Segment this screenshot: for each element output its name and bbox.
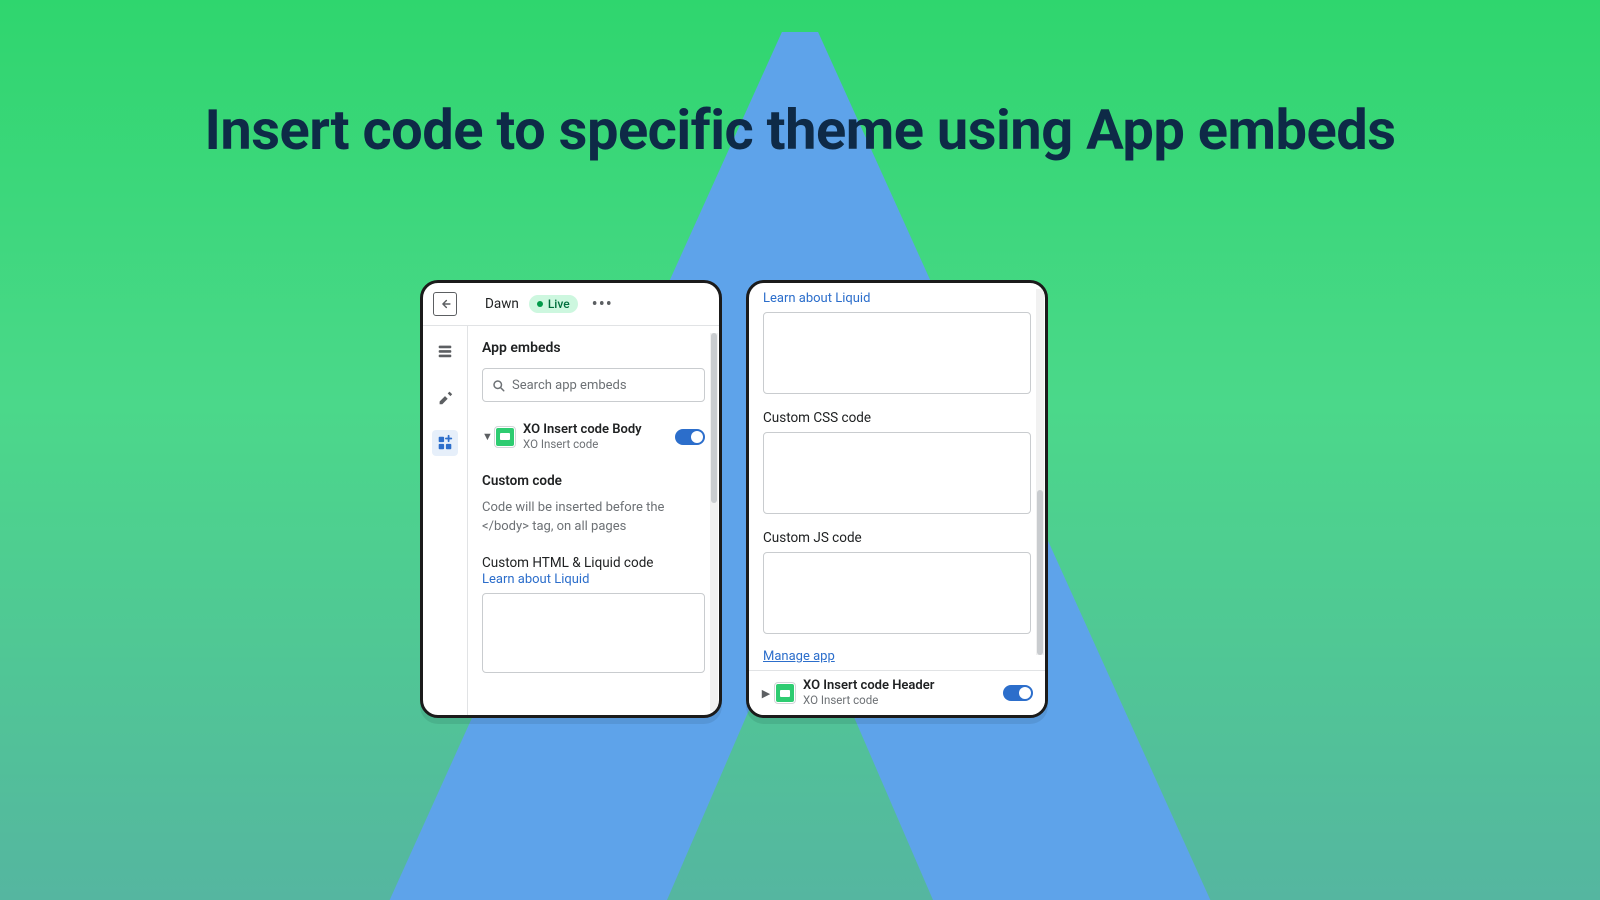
- html-textarea-continued[interactable]: [763, 312, 1031, 394]
- search-input[interactable]: Search app embeds: [482, 368, 705, 402]
- mockup-right: Learn about Liquid Custom CSS code Custo…: [746, 280, 1048, 718]
- embed-toggle[interactable]: [675, 429, 705, 445]
- editor-side-rail: [423, 326, 468, 716]
- scrollbar[interactable]: [1036, 289, 1044, 655]
- app-icon: [495, 427, 515, 447]
- custom-code-helper: Code will be inserted before the </body>…: [482, 499, 705, 537]
- css-label: Custom CSS code: [763, 410, 1031, 426]
- live-badge: Live: [529, 295, 578, 313]
- chevron-right-icon: ▶: [761, 687, 771, 700]
- editor-topbar: Dawn Live •••: [423, 283, 719, 326]
- scrollbar[interactable]: [710, 333, 718, 711]
- embed-title: XO Insert code Body: [523, 422, 675, 438]
- js-label: Custom JS code: [763, 530, 1031, 546]
- headline: Insert code to specific theme using App …: [0, 100, 1600, 160]
- live-dot-icon: [537, 301, 543, 307]
- more-actions-button[interactable]: •••: [592, 294, 613, 315]
- sections-icon: [436, 342, 454, 360]
- chevron-down-icon: ▼: [482, 430, 492, 443]
- theme-name: Dawn: [485, 296, 519, 312]
- html-label: Custom HTML & Liquid code: [482, 555, 705, 571]
- embed-item-header[interactable]: ▶ XO Insert code Header XO Insert code: [749, 670, 1045, 715]
- embed-title: XO Insert code Header: [803, 678, 1003, 694]
- css-textarea[interactable]: [763, 432, 1031, 514]
- manage-app-link[interactable]: Manage app: [763, 649, 835, 664]
- search-icon: [491, 378, 506, 393]
- embed-subtitle: XO Insert code: [523, 438, 675, 452]
- arrow-left-icon: [438, 297, 452, 311]
- mockup-left: Dawn Live ••• App embeds: [420, 280, 722, 718]
- panel-title: App embeds: [482, 340, 705, 356]
- rail-sections-button[interactable]: [432, 338, 458, 364]
- js-textarea[interactable]: [763, 552, 1031, 634]
- embed-subtitle: XO Insert code: [803, 694, 1003, 708]
- search-placeholder: Search app embeds: [512, 378, 627, 393]
- rail-app-embeds-button[interactable]: [432, 430, 458, 456]
- paintbrush-icon: [436, 388, 454, 406]
- exit-editor-button[interactable]: [433, 292, 457, 316]
- live-badge-label: Live: [548, 297, 570, 311]
- app-icon: [775, 683, 795, 703]
- scrollbar-thumb[interactable]: [711, 333, 717, 503]
- app-embeds-icon: [436, 434, 454, 452]
- custom-code-heading: Custom code: [482, 473, 705, 489]
- embed-toggle[interactable]: [1003, 685, 1033, 701]
- rail-theme-settings-button[interactable]: [432, 384, 458, 410]
- learn-liquid-link[interactable]: Learn about Liquid: [763, 291, 870, 306]
- app-embeds-panel: App embeds Search app embeds ▼ XO Insert…: [468, 326, 719, 716]
- scrollbar-thumb[interactable]: [1037, 490, 1043, 655]
- learn-liquid-link[interactable]: Learn about Liquid: [482, 572, 589, 587]
- embed-item-body[interactable]: ▼ XO Insert code Body XO Insert code: [482, 422, 705, 451]
- html-textarea[interactable]: [482, 593, 705, 673]
